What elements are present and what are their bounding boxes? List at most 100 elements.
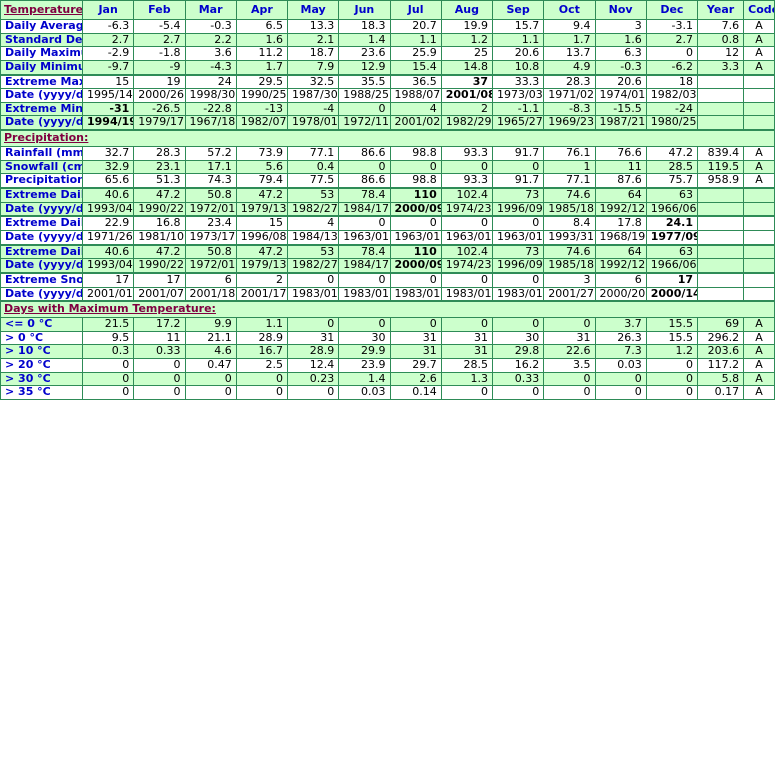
cell-days-gt-10-oct: 22.6 [543, 344, 596, 360]
cell-daily-minimum-apr: 1.7 [235, 59, 289, 76]
cell-days-gt-30-apr: 0 [235, 371, 289, 387]
cell-extreme-minimum-date-year [696, 115, 745, 132]
cell-extreme-daily-precipitation-mar: 50.8 [184, 244, 237, 260]
cell-days-gt-35-sep: 0 [491, 385, 545, 401]
cell-extreme-daily-precipitation-sep: 73 [491, 244, 545, 260]
cell-daily-average-may: 13.3 [286, 19, 340, 34]
cell-days-gt-0-nov: 26.3 [594, 330, 647, 346]
cell-days-lte-0-mar: 9.9 [184, 317, 237, 332]
table-header-row: Temperature: Jan Feb Mar Apr May Jun Jul Aug Sep O… [0, 0, 775, 20]
cell-extreme-snow-depth-mar: 6 [184, 272, 237, 288]
cell-days-gt-30-code: A [743, 371, 775, 387]
cell-precipitation-oct: 77.1 [543, 173, 596, 190]
cell-rainfall-may: 77.1 [286, 146, 340, 161]
table-row: > 30 °C 0 0 0 0 0.23 1.4 2.6 1.3 0.33 0 0 0 5.8 A [0, 371, 775, 387]
cell-extreme-daily-snowfall-apr: 15 [235, 215, 289, 231]
cell-daily-maximum-nov: 6.3 [594, 46, 647, 61]
cell-extreme-minimum-year [696, 101, 745, 117]
cell-extreme-daily-snowfall-date-code [743, 229, 775, 246]
column-header-nov: Nov [594, 0, 647, 20]
cell-extreme-snow-depth-date-aug: 1983/01+ [440, 286, 494, 303]
cell-standard-deviation-jun: 1.4 [338, 32, 391, 48]
cell-rainfall-jun: 86.6 [338, 146, 391, 161]
cell-days-gt-10-code: A [743, 344, 775, 360]
cell-extreme-maximum-nov: 20.6 [594, 74, 647, 90]
cell-days-gt-0-jul: 31 [389, 330, 442, 346]
cell-days-gt-0-jan: 9.5 [81, 330, 135, 346]
cell-days-lte-0-feb: 17.2 [133, 317, 186, 332]
cell-extreme-snow-depth-date-jan: 2001/01+ [81, 286, 135, 303]
cell-extreme-daily-snowfall-jul: 0 [389, 215, 442, 231]
cell-daily-maximum-year: 12 [696, 46, 745, 61]
cell-precipitation-code: A [743, 173, 775, 190]
cell-extreme-snow-depth-apr: 2 [235, 272, 289, 288]
row-label-extreme-daily-snowfall-date: Date (yyyy/dd) [0, 229, 83, 246]
cell-extreme-minimum-date-code [743, 115, 775, 132]
cell-extreme-daily-rainfall-oct: 74.6 [543, 187, 596, 203]
cell-extreme-daily-rainfall-may: 53 [286, 187, 340, 203]
climate-data-table: Temperature: Jan Feb Mar Apr May Jun Jul Aug Sep O… [0, 0, 775, 401]
cell-snowfall-oct: 1 [543, 159, 596, 175]
cell-days-gt-10-may: 28.9 [286, 344, 340, 360]
table-row: Extreme Snow Depth (cm)171762000003617 [0, 272, 775, 288]
cell-extreme-daily-rainfall-date-may: 1982/27 [286, 201, 340, 218]
cell-precipitation-jul: 98.8 [389, 173, 442, 190]
cell-daily-average-mar: -0.3 [184, 19, 237, 34]
cell-extreme-daily-precipitation-oct: 74.6 [543, 244, 596, 260]
cell-extreme-daily-precipitation-date-code [743, 258, 775, 274]
cell-rainfall-apr: 73.9 [235, 146, 289, 161]
column-header-sep: Sep [491, 0, 545, 20]
cell-daily-maximum-code: A [743, 46, 775, 61]
cell-precipitation-aug: 93.3 [440, 173, 494, 190]
cell-extreme-daily-rainfall-date-apr: 1979/13 [235, 201, 289, 218]
cell-extreme-daily-snowfall-date-oct: 1993/31 [543, 229, 596, 246]
cell-extreme-maximum-apr: 29.5 [235, 74, 289, 90]
cell-extreme-snow-depth-date-code [743, 286, 775, 303]
cell-daily-minimum-year: 3.3 [696, 59, 745, 76]
cell-days-gt-20-jun: 23.9 [338, 358, 391, 373]
cell-standard-deviation-year: 0.8 [696, 32, 745, 48]
cell-extreme-snow-depth-sep: 0 [491, 272, 545, 288]
cell-days-gt-35-jul: 0.14 [389, 385, 442, 401]
cell-extreme-maximum-date-jan: 1995/14 [81, 88, 135, 103]
cell-extreme-maximum-aug: 37 [440, 74, 494, 90]
cell-extreme-maximum-feb: 19 [133, 74, 186, 90]
cell-extreme-minimum-jul: 4 [389, 101, 442, 117]
cell-days-lte-0-code: A [743, 317, 775, 332]
cell-rainfall-jan: 32.7 [81, 146, 135, 161]
cell-extreme-minimum-nov: -15.5 [594, 101, 647, 117]
cell-rainfall-oct: 76.1 [543, 146, 596, 161]
cell-extreme-maximum-jul: 36.5 [389, 74, 442, 90]
cell-days-gt-10-aug: 31 [440, 344, 494, 360]
cell-days-gt-10-sep: 29.8 [491, 344, 545, 360]
cell-days-gt-35-year: 0.17 [696, 385, 745, 401]
cell-days-gt-35-jun: 0.03 [338, 385, 391, 401]
column-header-feb: Feb [133, 0, 186, 20]
column-header-mar: Mar [184, 0, 237, 20]
row-label-extreme-daily-precipitation: Extreme Daily Precipitation (mm) [0, 244, 83, 260]
cell-extreme-maximum-mar: 24 [184, 74, 237, 90]
cell-extreme-daily-rainfall-feb: 47.2 [133, 187, 186, 203]
cell-days-gt-20-year: 117.2 [696, 358, 745, 373]
cell-daily-average-jun: 18.3 [338, 19, 391, 34]
cell-days-gt-0-apr: 28.9 [235, 330, 289, 346]
cell-extreme-minimum-mar: -22.8 [184, 101, 237, 117]
cell-extreme-daily-precipitation-jul: 110 [389, 244, 442, 260]
row-label-extreme-daily-snowfall: Extreme Daily Snowfall (cm) [0, 215, 83, 231]
cell-daily-maximum-feb: -1.8 [133, 46, 186, 61]
cell-extreme-daily-snowfall-sep: 0 [491, 215, 545, 231]
cell-extreme-minimum-date-aug: 1982/29 [440, 115, 494, 132]
cell-extreme-maximum-date-may: 1987/30 [286, 88, 340, 103]
table-row: Date (yyyy/dd)1995/142000/261998/30+1990… [0, 88, 775, 103]
cell-days-lte-0-oct: 0 [543, 317, 596, 332]
cell-extreme-daily-precipitation-date-sep: 1996/09 [491, 258, 545, 274]
cell-extreme-daily-precipitation-date-oct: 1985/18 [543, 258, 596, 274]
cell-snowfall-nov: 11 [594, 159, 647, 175]
cell-days-gt-30-sep: 0.33 [491, 371, 545, 387]
table-row: Date (yyyy/dd)1993/041990/221972/011979/… [0, 201, 775, 218]
cell-extreme-daily-rainfall-jun: 78.4 [338, 187, 391, 203]
cell-extreme-maximum-jan: 15 [81, 74, 135, 90]
cell-days-gt-20-feb: 0 [133, 358, 186, 373]
cell-standard-deviation-apr: 1.6 [235, 32, 289, 48]
column-header-jul: Jul [389, 0, 442, 20]
